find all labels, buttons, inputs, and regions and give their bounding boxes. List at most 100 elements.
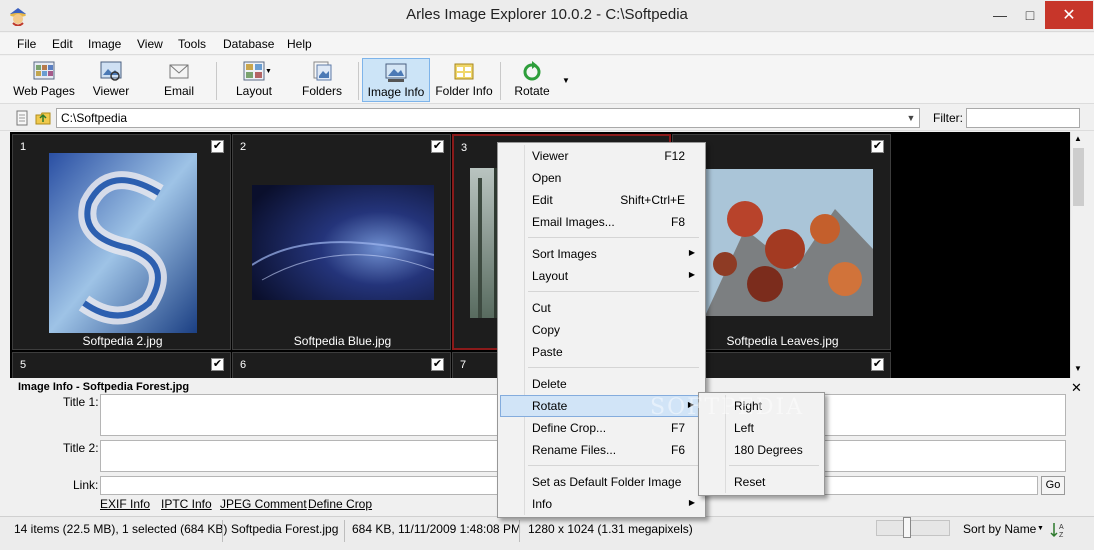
rotate-button[interactable]: Rotate bbox=[504, 58, 560, 102]
menu-separator bbox=[729, 465, 819, 466]
thumbnail-checkbox[interactable]: ✔ bbox=[871, 358, 884, 371]
svg-text:Z: Z bbox=[1059, 532, 1064, 539]
folders-button[interactable]: Folders bbox=[292, 58, 352, 102]
context-menu: Viewer F12 Open Edit Shift+Ctrl+E Email … bbox=[497, 142, 706, 518]
filter-label: Filter: bbox=[933, 111, 963, 125]
submenu-item-left[interactable]: Left bbox=[701, 417, 822, 439]
menu-item-label: Email Images... bbox=[532, 215, 615, 229]
toolbar-separator bbox=[358, 62, 359, 100]
menu-item-layout[interactable]: Layout ▶ bbox=[500, 265, 703, 287]
menu-image[interactable]: Image bbox=[88, 37, 121, 51]
maximize-icon[interactable]: □ bbox=[1015, 1, 1045, 29]
thumbnail-cell[interactable]: 6 ✔ bbox=[232, 352, 451, 378]
menu-item-copy[interactable]: Copy bbox=[500, 319, 703, 341]
menu-item-cut[interactable]: Cut bbox=[500, 297, 703, 319]
folders-icon bbox=[311, 60, 333, 82]
toolbar-overflow-icon[interactable]: ▼ bbox=[562, 76, 570, 85]
path-input[interactable]: C:\Softpedia bbox=[56, 108, 920, 128]
menu-item-sort-images[interactable]: Sort Images ▶ bbox=[500, 243, 703, 265]
sort-chevron-icon[interactable]: ▼ bbox=[1037, 525, 1044, 532]
scroll-down-icon[interactable]: ▼ bbox=[1074, 364, 1082, 373]
menu-bar: File Edit Image View Tools Database Help bbox=[0, 33, 1094, 55]
tab-define-crop[interactable]: Define Crop bbox=[308, 497, 372, 511]
layout-button[interactable]: Layout bbox=[224, 58, 284, 102]
web-pages-label: Web Pages bbox=[13, 84, 75, 98]
panel-close-icon[interactable]: ✕ bbox=[1071, 380, 1082, 396]
menu-item-label: Sort Images bbox=[532, 247, 597, 261]
menu-file[interactable]: File bbox=[17, 37, 36, 51]
folder-up-icon[interactable] bbox=[35, 110, 51, 129]
tab-iptc-info[interactable]: IPTC Info bbox=[161, 497, 212, 511]
thumbnail-cell[interactable]: 5 ✔ bbox=[12, 352, 231, 378]
menu-item-rename-files[interactable]: Rename Files... F6 bbox=[500, 439, 703, 461]
status-filename: Softpedia Forest.jpg bbox=[231, 522, 339, 536]
menu-item-set-default-folder-image[interactable]: Set as Default Folder Image bbox=[500, 471, 703, 493]
menu-tools[interactable]: Tools bbox=[178, 37, 206, 51]
menu-database[interactable]: Database bbox=[223, 37, 274, 51]
title1-label: Title 1: bbox=[63, 395, 99, 409]
layout-dropdown-icon[interactable]: ▼ bbox=[265, 68, 272, 75]
thumbnail-cell[interactable]: 2 ✔ Softpedia Blue.jpg bbox=[232, 134, 451, 350]
menu-item-delete[interactable]: Delete bbox=[500, 373, 703, 395]
menu-item-define-crop[interactable]: Define Crop... F7 bbox=[500, 417, 703, 439]
menu-item-label: Copy bbox=[532, 323, 561, 337]
thumbnail-checkbox[interactable]: ✔ bbox=[211, 140, 224, 153]
go-button[interactable]: Go bbox=[1041, 476, 1065, 495]
thumbnail-name: Softpedia 2.jpg bbox=[82, 334, 163, 348]
zoom-slider[interactable] bbox=[876, 520, 950, 536]
thumbnail-number: 6 bbox=[240, 359, 247, 371]
info-panel-title: Image Info - Softpedia Forest.jpg bbox=[18, 381, 190, 393]
menu-view[interactable]: View bbox=[137, 37, 163, 51]
menu-item-email-images[interactable]: Email Images... F8 bbox=[500, 211, 703, 233]
title2-label: Title 2: bbox=[63, 441, 99, 455]
thumbnail-cell[interactable]: 1 ✔ Softpedia 2.jpg bbox=[12, 134, 231, 350]
minimize-icon[interactable]: — bbox=[985, 1, 1015, 29]
menu-item-open[interactable]: Open bbox=[500, 167, 703, 189]
thumbnail-image bbox=[705, 169, 873, 316]
thumbnail-checkbox[interactable]: ✔ bbox=[431, 358, 444, 371]
rotate-label: Rotate bbox=[514, 84, 550, 98]
menu-item-shortcut: F7 bbox=[670, 421, 685, 435]
document-icon[interactable] bbox=[16, 110, 28, 129]
viewer-label: Viewer bbox=[92, 84, 130, 98]
thumbnail-checkbox[interactable]: ✔ bbox=[871, 140, 884, 153]
thumbnail-number: 7 bbox=[460, 359, 467, 371]
vertical-scrollbar[interactable]: ▲ ▼ bbox=[1070, 132, 1086, 378]
menu-item-label: Paste bbox=[532, 345, 563, 359]
tab-jpeg-comment[interactable]: JPEG Comment bbox=[220, 497, 307, 511]
sort-order-icon[interactable]: AZ bbox=[1050, 521, 1068, 542]
menu-item-viewer[interactable]: Viewer F12 bbox=[500, 145, 703, 167]
folder-info-button[interactable]: Folder Info bbox=[432, 58, 496, 102]
menu-item-shortcut: F8 bbox=[670, 215, 685, 229]
scroll-up-icon[interactable]: ▲ bbox=[1074, 134, 1082, 143]
menu-item-label: Layout bbox=[532, 269, 569, 283]
submenu-item-reset[interactable]: Reset bbox=[701, 471, 822, 493]
filter-input[interactable] bbox=[966, 108, 1080, 128]
tab-exif-info[interactable]: EXIF Info bbox=[100, 497, 150, 511]
menu-edit[interactable]: Edit bbox=[52, 37, 73, 51]
email-button[interactable]: Email bbox=[148, 58, 210, 102]
thumbnail-number: 3 bbox=[461, 142, 468, 154]
menu-item-info[interactable]: Info ▶ bbox=[500, 493, 703, 515]
menu-item-edit[interactable]: Edit Shift+Ctrl+E bbox=[500, 189, 703, 211]
image-info-icon bbox=[385, 61, 407, 83]
sort-dropdown[interactable]: Sort by Name bbox=[963, 522, 1036, 536]
folder-info-icon bbox=[453, 60, 475, 82]
layout-label: Layout bbox=[235, 84, 273, 98]
menu-separator bbox=[528, 367, 699, 368]
web-pages-button[interactable]: Web Pages bbox=[8, 58, 80, 102]
scroll-thumb[interactable] bbox=[1073, 148, 1084, 206]
menu-help[interactable]: Help bbox=[287, 37, 312, 51]
thumbnail-checkbox[interactable]: ✔ bbox=[211, 358, 224, 371]
zoom-slider-thumb[interactable] bbox=[903, 517, 911, 538]
path-dropdown-icon[interactable]: ▼ bbox=[904, 109, 918, 127]
thumbnail-checkbox[interactable]: ✔ bbox=[431, 140, 444, 153]
menu-item-paste[interactable]: Paste bbox=[500, 341, 703, 363]
status-file-info: 684 KB, 11/11/2009 1:48:08 PM bbox=[352, 522, 522, 536]
menu-item-shortcut: F6 bbox=[670, 443, 685, 457]
image-info-button[interactable]: Image Info bbox=[362, 58, 430, 102]
viewer-button[interactable]: Viewer bbox=[80, 58, 142, 102]
submenu-item-180-degrees[interactable]: 180 Degrees bbox=[701, 439, 822, 461]
close-icon[interactable]: ✕ bbox=[1045, 1, 1093, 29]
menu-item-label: 180 Degrees bbox=[734, 443, 803, 457]
